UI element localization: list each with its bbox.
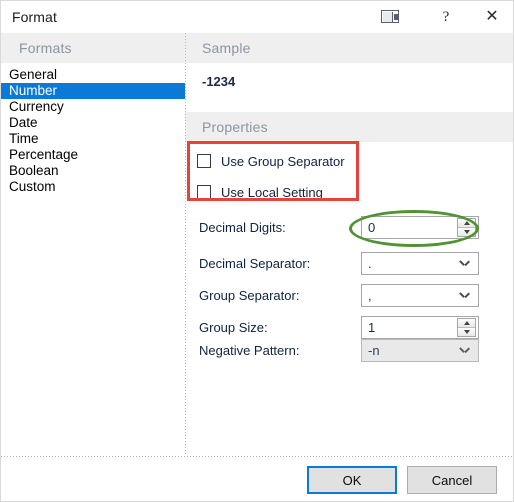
checkbox-use-group-separator[interactable]: Use Group Separator [197, 152, 345, 170]
formats-list[interactable]: General Number Currency Date Time Percen… [1, 67, 185, 195]
list-item-general[interactable]: General [1, 67, 185, 83]
field-row-decimal-separator: Decimal Separator: . [199, 251, 489, 275]
checkbox-box-icon[interactable] [197, 185, 211, 199]
properties-header-label: Properties [202, 119, 268, 135]
help-icon: ? [442, 8, 450, 25]
spinner-up-icon[interactable] [458, 219, 475, 227]
sample-header-label: Sample [202, 40, 251, 56]
title-bar: Format ? ✕ [1, 1, 513, 33]
negative-pattern-combo[interactable]: -n [361, 338, 479, 362]
group-separator-combo[interactable]: , [361, 283, 479, 307]
field-label: Group Size: [199, 319, 268, 335]
sample-section-header: Sample [185, 33, 513, 63]
window-mode-button[interactable] [359, 1, 423, 33]
footer-divider [1, 456, 513, 457]
field-row-group-separator: Group Separator: , [199, 283, 489, 307]
chevron-down-icon[interactable] [460, 292, 469, 298]
title-bar-controls: ? ✕ [359, 1, 513, 33]
list-item-boolean[interactable]: Boolean [1, 163, 185, 179]
field-row-negative-pattern: Negative Pattern: -n [199, 338, 489, 362]
format-dialog: Format ? ✕ Formats Sample Properties Gen… [0, 0, 514, 502]
field-value: . [368, 255, 372, 271]
group-size-spinner[interactable]: 1 [361, 315, 479, 339]
window-mode-icon [381, 10, 401, 24]
field-label: Decimal Digits: [199, 219, 286, 235]
field-value: , [368, 287, 372, 303]
decimal-separator-combo[interactable]: . [361, 251, 479, 275]
formats-header-label: Formats [19, 40, 72, 56]
field-label: Negative Pattern: [199, 342, 300, 358]
decimal-digits-spinner[interactable]: 0 [361, 215, 479, 239]
spinner-up-icon[interactable] [458, 319, 475, 327]
checkbox-box-icon[interactable] [197, 154, 211, 168]
list-item-date[interactable]: Date [1, 115, 185, 131]
spinner-buttons[interactable] [457, 218, 476, 237]
checkbox-label: Use Group Separator [221, 153, 345, 169]
sample-value: -1234 [202, 74, 236, 89]
spinner-down-icon[interactable] [458, 227, 475, 236]
list-item-time[interactable]: Time [1, 131, 185, 147]
close-icon: ✕ [485, 8, 499, 25]
list-item-percentage[interactable]: Percentage [1, 147, 185, 163]
vertical-divider [185, 33, 186, 456]
field-label: Decimal Separator: [199, 255, 311, 271]
chevron-down-icon[interactable] [460, 347, 469, 353]
field-value: 0 [368, 219, 376, 235]
list-item-number[interactable]: Number [1, 83, 185, 99]
list-item-custom[interactable]: Custom [1, 179, 185, 195]
window-title: Format [12, 9, 57, 25]
checkbox-label: Use Local Setting [221, 184, 323, 200]
help-button[interactable]: ? [423, 1, 469, 33]
close-button[interactable]: ✕ [469, 1, 513, 33]
field-label: Group Separator: [199, 287, 300, 303]
field-row-decimal-digits: Decimal Digits: 0 [199, 215, 489, 239]
ok-button[interactable]: OK [307, 466, 397, 494]
list-item-currency[interactable]: Currency [1, 99, 185, 115]
spinner-buttons[interactable] [457, 318, 476, 337]
properties-section-header: Properties [185, 112, 513, 142]
chevron-down-icon[interactable] [460, 260, 469, 266]
formats-section-header: Formats [1, 33, 185, 63]
field-row-group-size: Group Size: 1 [199, 315, 489, 339]
checkbox-use-local-setting[interactable]: Use Local Setting [197, 183, 323, 201]
field-value: -n [368, 342, 380, 358]
cancel-button[interactable]: Cancel [407, 466, 497, 494]
field-value: 1 [368, 319, 376, 335]
spinner-down-icon[interactable] [458, 327, 475, 336]
